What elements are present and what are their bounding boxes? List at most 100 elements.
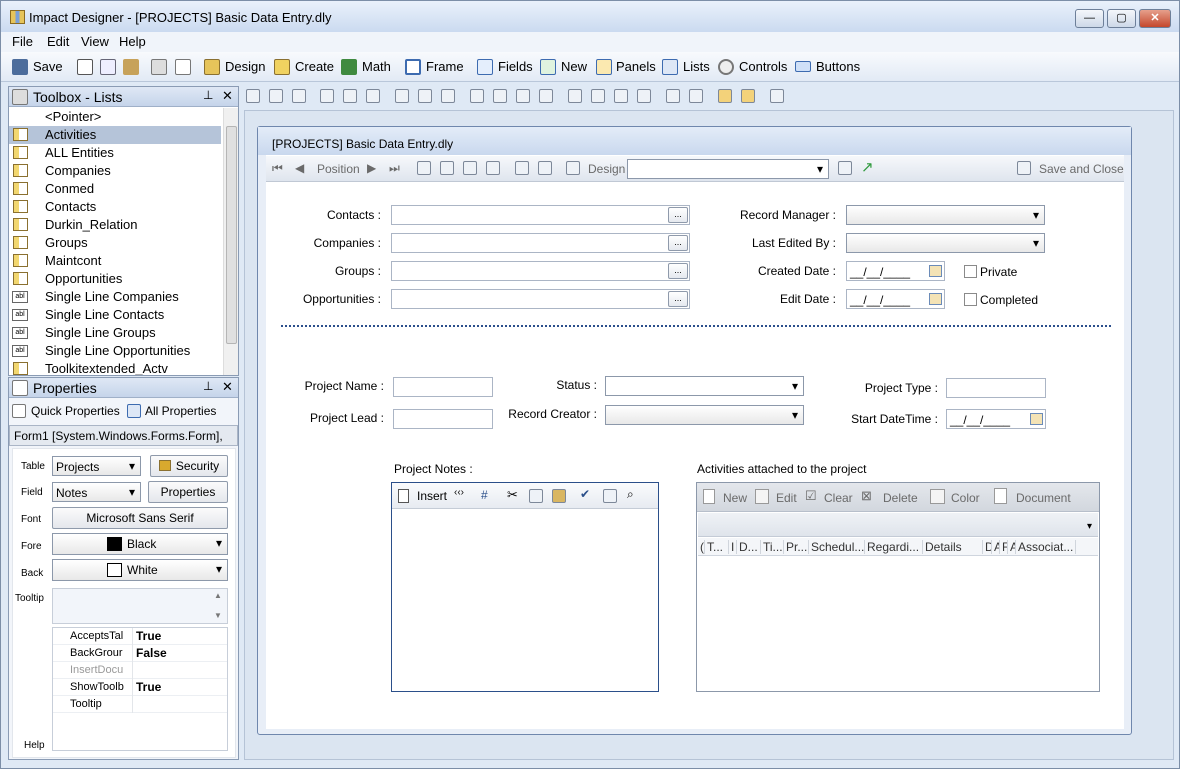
clear-icon[interactable]: ☑ [805, 488, 817, 504]
vspace-decrease-icon[interactable] [614, 89, 628, 103]
activities-column-header[interactable]: T... [707, 540, 729, 554]
center-horizontal-icon[interactable] [666, 89, 680, 103]
pin-icon[interactable]: ⊥ [203, 88, 213, 102]
report-icon[interactable] [515, 161, 529, 175]
edit-date-field[interactable]: __/__/____ [846, 289, 945, 309]
cut-icon[interactable] [77, 59, 93, 75]
last-record-icon[interactable]: ⏭ [389, 161, 400, 176]
hash-icon[interactable]: # [481, 488, 488, 502]
toolbox-item[interactable]: abl Single Line Groups [9, 324, 221, 342]
menu-help[interactable]: Help [119, 34, 146, 49]
print-icon[interactable] [538, 161, 552, 175]
list-icon[interactable] [175, 59, 191, 75]
property-row[interactable]: InsertDocu [53, 662, 227, 679]
opportunities-browse-button[interactable]: ... [668, 291, 688, 307]
calendar-icon[interactable] [929, 265, 942, 277]
align-right-icon[interactable] [292, 89, 306, 103]
completed-checkbox[interactable] [964, 293, 977, 306]
edit-activity-icon[interactable] [755, 489, 769, 504]
quick-properties-tab[interactable]: Quick Properties [31, 404, 120, 418]
table-dropdown[interactable]: Projects [52, 456, 141, 476]
private-checkbox[interactable] [964, 265, 977, 278]
insert-button[interactable]: Insert [417, 489, 447, 503]
calendar-icon[interactable] [929, 293, 942, 305]
toolbox-item[interactable]: abl Single Line Opportunities [9, 342, 221, 360]
toolbox-item[interactable]: abl Single Line Contacts [9, 306, 221, 324]
panels-button[interactable]: Panels [616, 59, 656, 74]
scroll-thumb[interactable] [226, 126, 237, 344]
toolbox-item[interactable]: abl Single Line Companies [9, 288, 221, 306]
contacts-browse-button[interactable]: ... [668, 207, 688, 223]
activities-column-header[interactable]: Ti... [763, 540, 784, 554]
frame-button[interactable]: Frame [426, 59, 464, 74]
activities-column-header[interactable]: Details [925, 540, 983, 554]
center-vertical-icon[interactable] [689, 89, 703, 103]
properties-close-icon[interactable]: ✕ [222, 379, 233, 395]
minimize-button[interactable]: — [1075, 9, 1104, 28]
save-and-close-button[interactable]: Save and Close [1039, 162, 1124, 176]
maximize-button[interactable]: ▢ [1107, 9, 1136, 28]
chevron-down-icon[interactable]: ▾ [1087, 521, 1092, 532]
spellcheck-icon[interactable]: ✔ [580, 487, 590, 501]
activity-delete-button[interactable]: Delete [883, 491, 918, 505]
activities-column-header[interactable]: Regardi... [867, 540, 923, 554]
activity-clear-button[interactable]: Clear [824, 491, 853, 505]
next-record-icon[interactable]: ▶ [367, 161, 376, 175]
last-edited-by-dropdown[interactable] [846, 233, 1045, 253]
back-color-dropdown[interactable]: White [52, 559, 228, 581]
fore-color-dropdown[interactable]: Black [52, 533, 228, 555]
new-button[interactable]: New [561, 59, 587, 74]
activities-column-header[interactable]: A [994, 540, 1000, 554]
align-bottom-icon[interactable] [366, 89, 380, 103]
color-icon[interactable] [930, 489, 945, 504]
activity-new-button[interactable]: New [723, 491, 747, 505]
vspace-remove-icon[interactable] [637, 89, 651, 103]
activities-column-header[interactable]: Schedul... [811, 540, 865, 554]
print-icon[interactable] [603, 489, 617, 503]
security-button[interactable]: Security [150, 455, 228, 477]
property-value[interactable]: True [136, 680, 161, 694]
toolbox-item[interactable]: Companies [9, 162, 221, 180]
project-lead-field[interactable] [393, 409, 493, 429]
activities-column-header[interactable]: D [985, 540, 992, 554]
activities-column-header[interactable]: Associat... [1018, 540, 1076, 554]
new-activity-icon[interactable] [703, 489, 715, 504]
paste-icon[interactable] [123, 59, 139, 75]
opportunities-field[interactable]: ... [391, 289, 690, 309]
font-button[interactable]: Microsoft Sans Serif [52, 507, 228, 529]
align-left-icon[interactable] [246, 89, 260, 103]
groups-field[interactable]: ... [391, 261, 690, 281]
find-icon[interactable]: ⌕ [627, 487, 634, 502]
tools-icon[interactable] [151, 59, 167, 75]
fields-icon[interactable] [477, 59, 493, 75]
activities-column-header[interactable]: ( [700, 540, 705, 554]
new-icon[interactable] [540, 59, 556, 75]
all-properties-icon[interactable] [127, 404, 141, 418]
same-size-icon[interactable] [395, 89, 409, 103]
save-close-icon[interactable] [1017, 161, 1031, 175]
bring-front-icon[interactable] [718, 89, 732, 103]
frame-icon[interactable] [405, 59, 421, 75]
toolbox-item[interactable]: Contacts [9, 198, 221, 216]
export-arrow-icon[interactable]: ↗ [861, 158, 874, 176]
toolbox-item[interactable]: Toolkitextended_Actv [9, 360, 221, 375]
hspace-decrease-icon[interactable] [516, 89, 530, 103]
toolbox-item[interactable]: Conmed [9, 180, 221, 198]
first-record-icon[interactable]: ⏮ [272, 161, 283, 176]
hspace-increase-icon[interactable] [493, 89, 507, 103]
save-button[interactable]: Save [33, 59, 63, 74]
paste-icon[interactable] [552, 489, 566, 503]
fields-button[interactable]: Fields [498, 59, 533, 74]
all-properties-tab[interactable]: All Properties [145, 404, 216, 418]
status-dropdown[interactable] [605, 376, 804, 396]
cancel-record-icon[interactable] [486, 161, 500, 175]
cut-icon[interactable]: ✂ [507, 487, 518, 503]
toolbox-scrollbar[interactable] [223, 108, 238, 375]
field-dropdown[interactable]: Notes [52, 482, 141, 502]
toolbox-item[interactable]: Durkin_Relation [9, 216, 221, 234]
close-button[interactable]: ✕ [1139, 9, 1171, 28]
toolbox-close-icon[interactable]: ✕ [222, 88, 233, 104]
properties-button[interactable]: Properties [148, 481, 228, 503]
groups-browse-button[interactable]: ... [668, 263, 688, 279]
calendar-icon[interactable] [1030, 413, 1043, 425]
